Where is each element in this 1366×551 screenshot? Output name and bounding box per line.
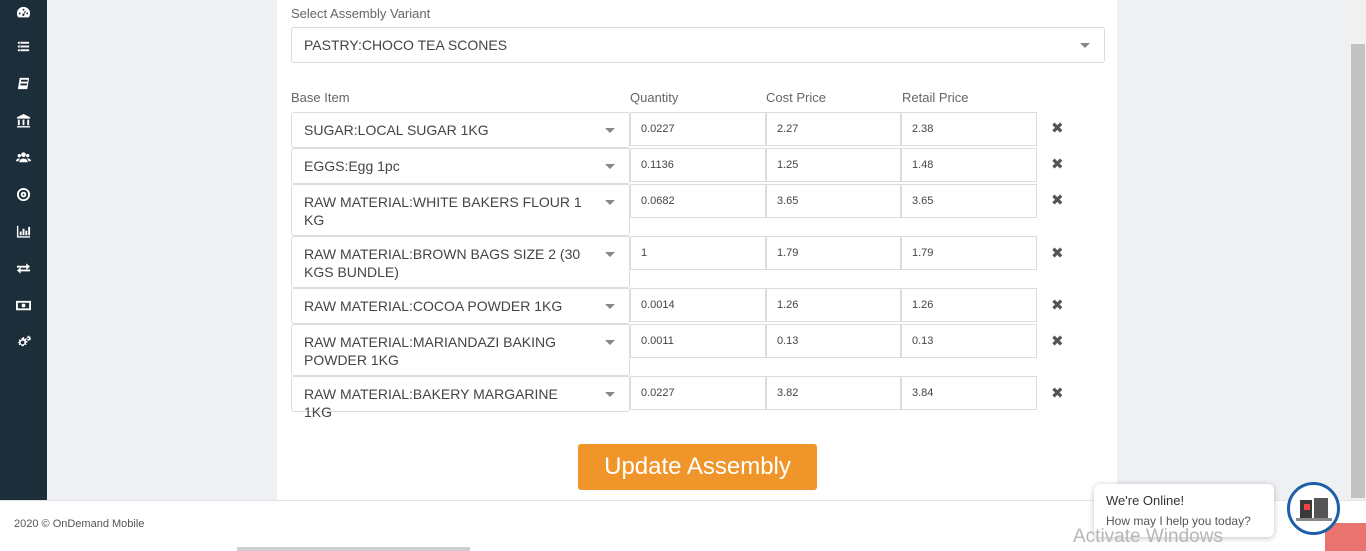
quantity-input[interactable]: 0.0014	[630, 288, 766, 322]
remove-row-icon[interactable]: ✖	[1051, 332, 1064, 350]
base-item-select[interactable]: RAW MATERIAL:BROWN BAGS SIZE 2 (30 KGS B…	[291, 236, 630, 288]
retail-price-input[interactable]: 2.38	[901, 112, 1037, 146]
base-item-value: RAW MATERIAL:COCOA POWDER 1KG	[304, 298, 563, 314]
retail-price-input[interactable]: 1.48	[901, 148, 1037, 182]
cost-price-input[interactable]: 1.25	[766, 148, 901, 182]
book-icon[interactable]	[0, 69, 47, 97]
header-retail-price: Retail Price	[902, 90, 969, 105]
avatar-image	[1295, 496, 1332, 522]
chevron-down-icon	[605, 164, 615, 169]
chat-title: We're Online!	[1106, 493, 1185, 508]
sidebar	[0, 0, 47, 500]
retail-price-input[interactable]: 3.84	[901, 376, 1037, 410]
variant-select-value: PASTRY:CHOCO TEA SCONES	[304, 37, 508, 53]
chevron-down-icon	[605, 200, 615, 205]
base-item-select[interactable]: RAW MATERIAL:COCOA POWDER 1KG	[291, 288, 630, 324]
base-item-value: SUGAR:LOCAL SUGAR 1KG	[304, 122, 489, 138]
cost-price-input[interactable]: 1.79	[766, 236, 901, 270]
chevron-down-icon	[605, 304, 615, 309]
scrollbar-thumb[interactable]	[1351, 44, 1365, 498]
bank-icon[interactable]	[0, 106, 47, 134]
quantity-input[interactable]: 1	[630, 236, 766, 270]
quantity-input[interactable]: 0.0227	[630, 112, 766, 146]
base-item-select[interactable]: RAW MATERIAL:BAKERY MARGARINE 1KG	[291, 376, 630, 420]
quantity-input[interactable]: 0.0011	[630, 324, 766, 358]
base-item-value: RAW MATERIAL:MARIANDAZI BAKING POWDER 1K…	[304, 334, 557, 368]
quantity-input[interactable]: 0.1136	[630, 148, 766, 182]
copyright-text: 2020 © OnDemand Mobile	[14, 518, 145, 530]
variant-label: Select Assembly Variant	[291, 6, 431, 21]
chevron-down-icon	[605, 128, 615, 133]
settings-icon[interactable]	[0, 328, 47, 356]
chevron-down-icon	[605, 252, 615, 257]
base-item-select[interactable]: SUGAR:LOCAL SUGAR 1KG	[291, 112, 630, 148]
dashboard-icon[interactable]	[0, 0, 47, 26]
variant-select[interactable]: PASTRY:CHOCO TEA SCONES	[291, 27, 1105, 63]
remove-row-icon[interactable]: ✖	[1051, 155, 1064, 173]
target-icon[interactable]	[0, 180, 47, 208]
chevron-down-icon	[1080, 43, 1090, 48]
retail-price-input[interactable]: 1.79	[901, 236, 1037, 270]
quantity-input[interactable]: 0.0227	[630, 376, 766, 410]
remove-row-icon[interactable]: ✖	[1051, 119, 1064, 137]
activate-windows-watermark: Activate Windows	[1073, 526, 1223, 547]
retail-price-input[interactable]: 0.13	[901, 324, 1037, 358]
header-cost-price: Cost Price	[766, 90, 826, 105]
cost-price-input[interactable]: 3.82	[766, 376, 901, 410]
vertical-scrollbar[interactable]	[1350, 0, 1366, 500]
chevron-down-icon	[605, 340, 615, 345]
remove-row-icon[interactable]: ✖	[1051, 384, 1064, 402]
money-icon[interactable]	[0, 291, 47, 319]
chat-avatar-icon[interactable]	[1287, 482, 1340, 535]
remove-row-icon[interactable]: ✖	[1051, 296, 1064, 314]
base-item-select[interactable]: RAW MATERIAL:MARIANDAZI BAKING POWDER 1K…	[291, 324, 630, 376]
cost-price-input[interactable]: 2.27	[766, 112, 901, 146]
retail-price-input[interactable]: 1.26	[901, 288, 1037, 322]
chevron-down-icon	[605, 392, 615, 397]
users-icon[interactable]	[0, 143, 47, 171]
list-icon[interactable]	[0, 32, 47, 60]
base-item-value: EGGS:Egg 1pc	[304, 158, 400, 174]
base-item-select[interactable]: EGGS:Egg 1pc	[291, 148, 630, 184]
quantity-input[interactable]: 0.0682	[630, 184, 766, 218]
header-quantity: Quantity	[630, 90, 679, 105]
base-item-select[interactable]: RAW MATERIAL:WHITE BAKERS FLOUR 1 KG	[291, 184, 630, 236]
base-item-value: RAW MATERIAL:BROWN BAGS SIZE 2 (30 KGS B…	[304, 246, 581, 280]
cost-price-input[interactable]: 3.65	[766, 184, 901, 218]
remove-row-icon[interactable]: ✖	[1051, 244, 1064, 262]
cost-price-input[interactable]: 1.26	[766, 288, 901, 322]
base-item-value: RAW MATERIAL:WHITE BAKERS FLOUR 1 KG	[304, 194, 582, 228]
header-base-item: Base Item	[291, 90, 350, 105]
exchange-icon[interactable]	[0, 254, 47, 282]
update-assembly-button[interactable]: Update Assembly	[578, 444, 817, 490]
retail-price-input[interactable]: 3.65	[901, 184, 1037, 218]
remove-row-icon[interactable]: ✖	[1051, 191, 1064, 209]
horizontal-scrollbar-thumb[interactable]	[237, 547, 470, 551]
bar-chart-icon[interactable]	[0, 217, 47, 245]
cost-price-input[interactable]: 0.13	[766, 324, 901, 358]
